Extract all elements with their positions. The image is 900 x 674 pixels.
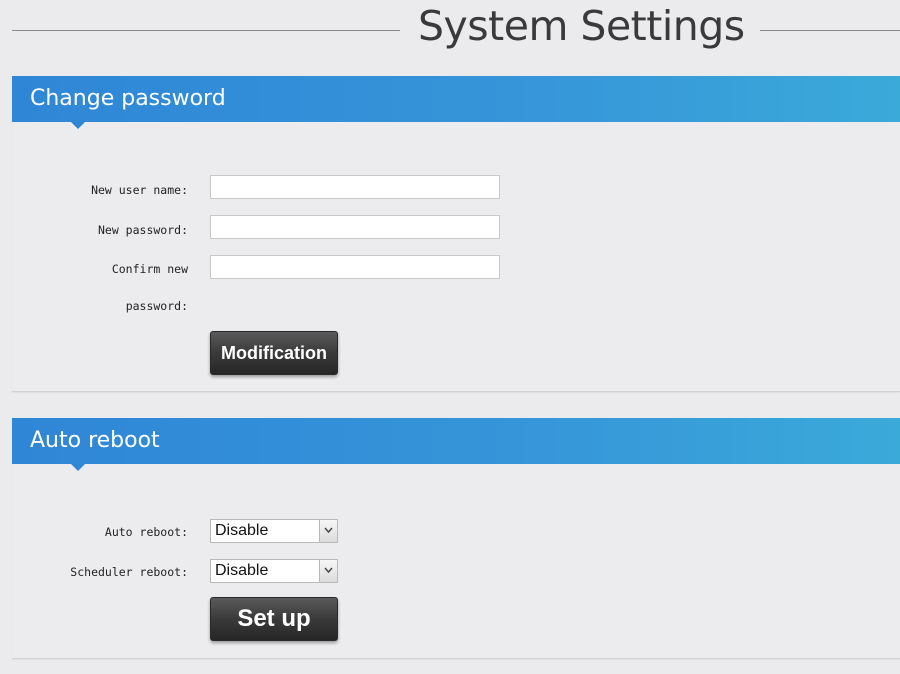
chevron-down-icon[interactable] — [319, 560, 337, 582]
chevron-down-icon[interactable] — [319, 520, 337, 542]
title-divider-left — [12, 30, 400, 31]
auto-reboot-panel: Auto reboot Auto reboot: Disable Schedul… — [12, 418, 900, 659]
change-password-title: Change password — [30, 86, 226, 111]
set-up-button[interactable]: Set up — [210, 597, 338, 641]
confirm-password-label-line2: password: — [125, 299, 188, 313]
scheduler-reboot-select-value: Disable — [215, 562, 269, 579]
confirm-password-input[interactable] — [210, 255, 500, 279]
modification-button[interactable]: Modification — [210, 331, 338, 375]
title-divider-right — [760, 30, 900, 31]
system-settings-page: System Settings Change password New user… — [0, 0, 900, 674]
auto-reboot-header: Auto reboot — [12, 418, 900, 471]
new-password-label: New password: — [97, 223, 188, 237]
auto-reboot-select-value: Disable — [215, 522, 269, 539]
change-password-header: Change password — [12, 76, 900, 129]
scheduler-reboot-label: Scheduler reboot: — [70, 565, 188, 579]
auto-reboot-label: Auto reboot: — [104, 525, 188, 539]
change-password-panel: Change password New user name: New passw… — [12, 76, 900, 392]
title-row: System Settings — [0, 0, 900, 60]
auto-reboot-title: Auto reboot — [30, 428, 160, 453]
scheduler-reboot-select[interactable]: Disable — [210, 559, 338, 583]
new-user-name-input[interactable] — [210, 175, 500, 199]
new-password-input[interactable] — [210, 215, 500, 239]
confirm-password-label-line1: Confirm new — [111, 262, 188, 276]
new-user-name-label: New user name: — [91, 183, 188, 197]
auto-reboot-select[interactable]: Disable — [210, 519, 338, 543]
page-title: System Settings — [418, 2, 745, 50]
